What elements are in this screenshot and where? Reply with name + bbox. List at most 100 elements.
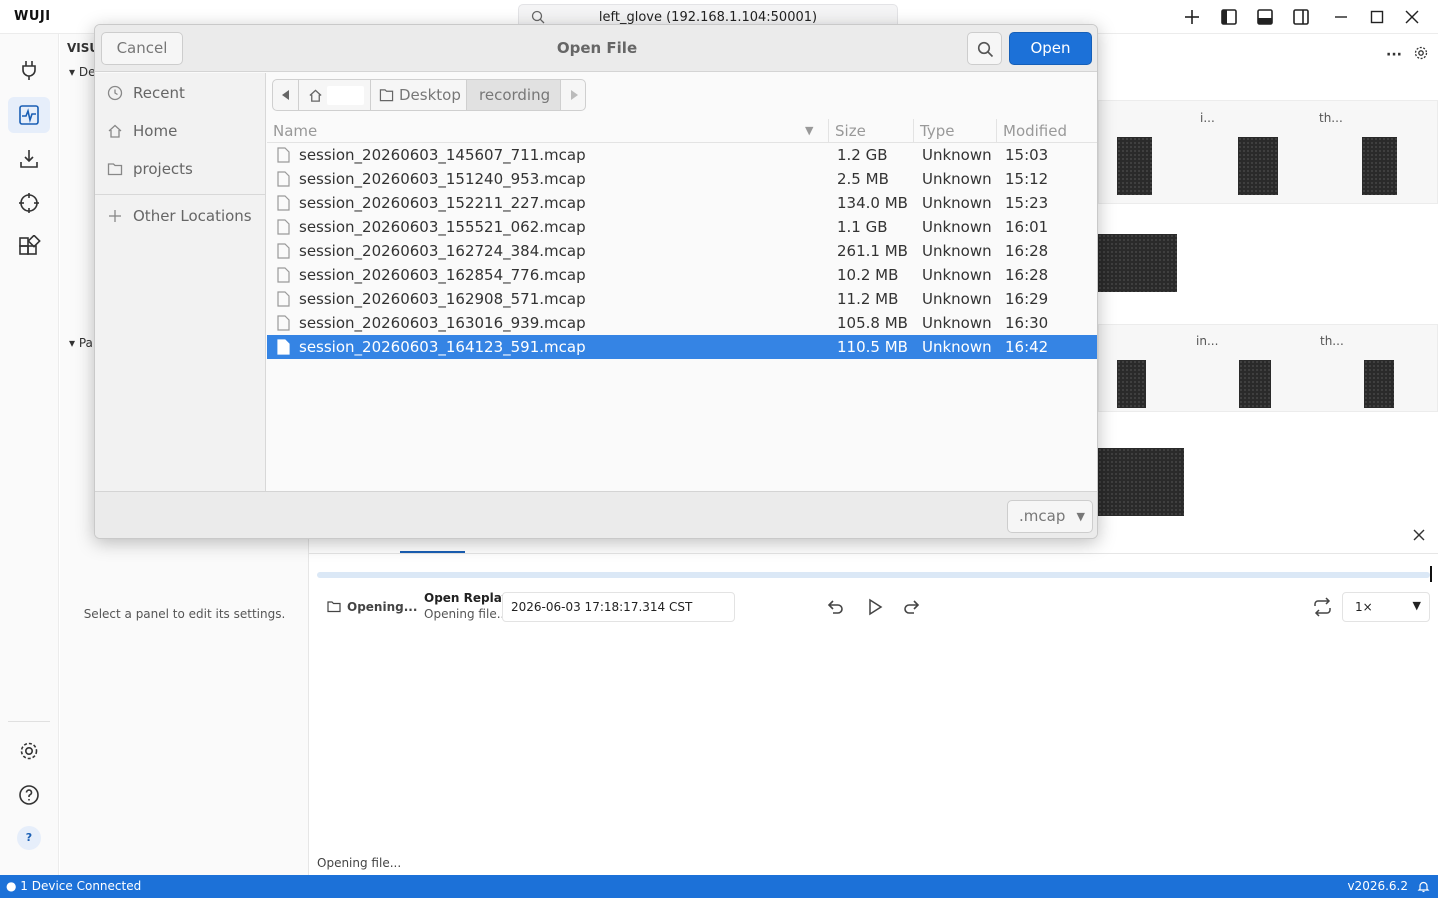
app-version: v2026.6.2 [1347,879,1408,893]
status-bar: ● 1 Device Connected v2026.6.2 [0,875,1438,898]
minimize-icon[interactable] [1331,7,1351,27]
file-modified: 16:42 [1005,338,1049,356]
file-type: Unknown [922,242,992,260]
file-size: 2.5 MB [837,170,889,188]
more-options-icon[interactable]: ··· [1386,48,1402,62]
toggle-left-sidebar-icon[interactable] [1219,7,1239,27]
extensions-icon[interactable] [17,235,41,259]
file-type: Unknown [922,146,992,164]
column-divider [913,119,914,143]
download-icon[interactable] [17,147,41,171]
shortcut-help-badge[interactable]: ? [17,826,41,850]
toggle-bottom-panel-icon[interactable] [1255,7,1275,27]
section-panels-toggle[interactable]: ▾ Pa [69,336,93,350]
sensor-grid [1239,360,1271,408]
file-row[interactable]: session_20260603_151240_953.mcap 2.5 MB Un… [267,167,1097,191]
chevron-right-icon [571,90,578,100]
file-icon [277,267,290,283]
crumb-label: Desktop [399,86,461,104]
close-panel-icon[interactable] [1412,528,1426,542]
visualize-icon[interactable] [17,103,41,127]
column-divider [996,119,997,143]
file-row[interactable]: session_20260603_155521_062.mcap 1.1 GB Un… [267,215,1097,239]
help-circle-icon[interactable] [17,783,41,807]
loop-icon[interactable] [1312,597,1333,617]
file-row[interactable]: session_20260603_162724_384.mcap 261.1 MB… [267,239,1097,263]
place-label: Recent [133,84,185,102]
file-size: 11.2 MB [837,290,899,308]
file-modified: 16:29 [1005,290,1049,308]
active-tab-indicator [400,551,465,553]
maximize-icon[interactable] [1367,7,1387,27]
sensor-grid [1117,360,1146,408]
place-label: Home [133,122,178,140]
file-name: session_20260603_164123_591.mcap [299,338,586,356]
panel-settings-hint: Select a panel to edit its settings. [83,607,286,621]
plug-icon[interactable] [17,58,41,82]
path-crumb-recording[interactable]: recording [466,79,561,111]
path-back-button[interactable] [272,79,299,111]
folder-icon [379,89,394,102]
timestamp-field[interactable]: 2026-06-03 17:18:17.314 CST [502,592,735,622]
file-type: Unknown [922,290,992,308]
crosshair-icon[interactable] [17,191,41,215]
file-type: Unknown [922,170,992,188]
file-size: 110.5 MB [837,338,908,356]
file-name: session_20260603_151240_953.mcap [299,170,586,188]
chevron-down-icon: ▼ [1412,599,1421,612]
folder-icon [107,163,123,176]
sensor-grid [1098,234,1177,292]
path-crumb-desktop[interactable]: Desktop [370,79,467,111]
device-connection-status[interactable]: ● 1 Device Connected [6,879,141,893]
column-name[interactable]: Name [273,122,317,140]
file-name: session_20260603_152211_227.mcap [299,194,586,212]
file-row[interactable]: session_20260603_145607_711.mcap 1.2 GB Un… [267,143,1097,167]
dialog-header: Cancel Open File Open [95,25,1097,72]
path-forward-button[interactable] [560,79,586,111]
settings-gear-icon[interactable] [17,739,41,763]
file-type-filter[interactable]: .mcap ▼ [1007,500,1093,533]
file-row[interactable]: session_20260603_162908_571.mcap 11.2 MB U… [267,287,1097,311]
workspace-settings-icon[interactable] [1413,45,1429,61]
opening-status[interactable]: Opening... [347,600,417,614]
redo-icon[interactable] [902,597,922,617]
file-row[interactable]: session_20260603_163016_939.mcap 105.8 MB… [267,311,1097,335]
file-name: session_20260603_162908_571.mcap [299,290,586,308]
file-icon [277,147,290,163]
file-row[interactable]: session_20260603_164123_591.mcap 110.5 MB… [267,335,1097,359]
bell-icon[interactable] [1417,880,1430,893]
file-icon [277,219,290,235]
add-icon[interactable] [1182,7,1202,27]
play-icon[interactable] [865,597,885,617]
playback-progress[interactable] [317,572,1430,578]
file-size: 134.0 MB [837,194,908,212]
column-type[interactable]: Type [920,122,954,140]
file-row[interactable]: session_20260603_162854_776.mcap 10.2 MB U… [267,263,1097,287]
dialog-title: Open File [556,39,638,57]
open-button[interactable]: Open [1009,32,1092,65]
column-modified[interactable]: Modified [1003,122,1067,140]
path-home-crumb[interactable] [298,79,371,111]
nav-rail: ? [0,34,59,875]
file-name: session_20260603_145607_711.mcap [299,146,586,164]
sensor-grid [1364,360,1394,408]
sort-desc-icon: ▼ [805,124,814,137]
close-icon[interactable] [1402,7,1422,27]
chevron-down-icon: ▼ [1076,510,1085,523]
section-devices-toggle[interactable]: ▾ De [69,65,95,79]
home-icon [309,89,322,102]
places-divider [95,194,265,195]
column-size[interactable]: Size [835,122,866,140]
file-icon [277,291,290,307]
file-row[interactable]: session_20260603_152211_227.mcap 134.0 MB… [267,191,1097,215]
file-modified: 16:30 [1005,314,1049,332]
search-button[interactable] [967,32,1002,65]
undo-icon[interactable] [825,597,845,617]
file-modified: 16:01 [1005,218,1049,236]
device-count: 1 Device Connected [20,879,142,893]
speed-value: 1× [1355,600,1373,614]
playback-speed-select[interactable]: 1× ▼ [1342,592,1430,622]
file-size: 1.1 GB [837,218,888,236]
playback-cursor[interactable] [1430,566,1432,582]
toggle-right-sidebar-icon[interactable] [1291,7,1311,27]
